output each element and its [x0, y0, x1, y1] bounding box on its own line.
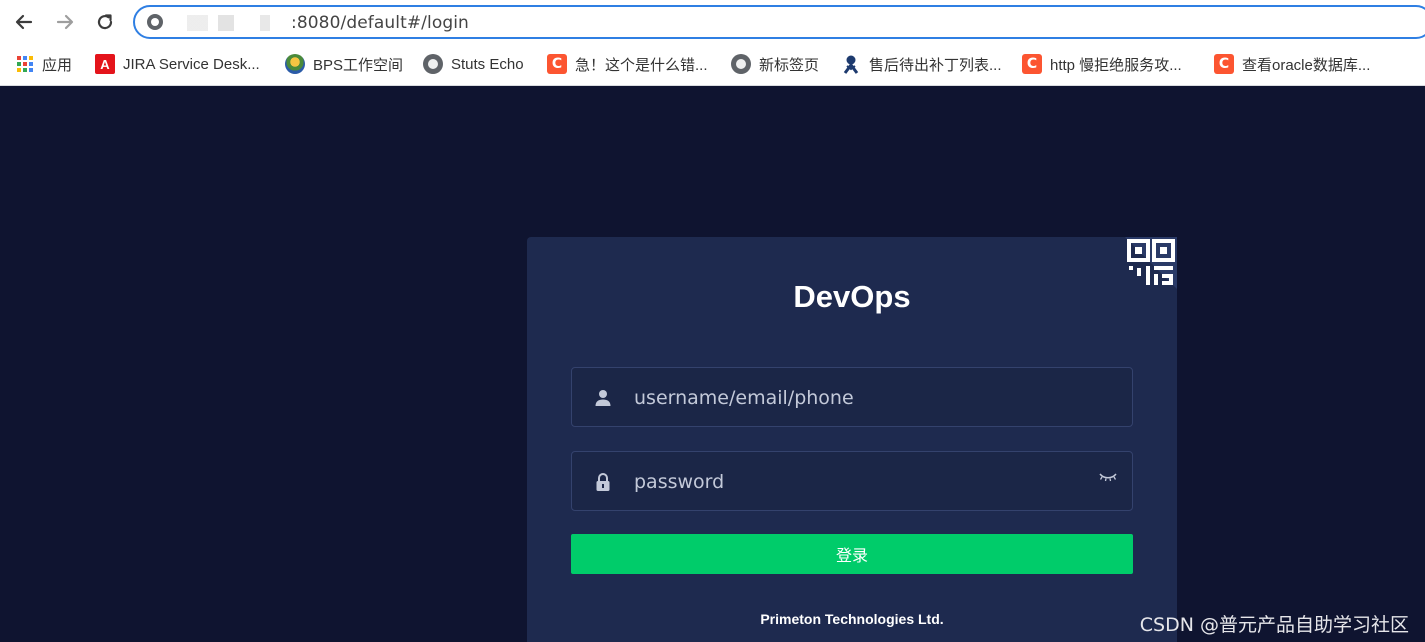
username-input[interactable]: username/email/phone	[634, 387, 854, 409]
bookmark-label: 查看oracle数据库...	[1242, 56, 1371, 74]
site-info-icon[interactable]	[147, 14, 163, 30]
login-button[interactable]: 登录	[571, 534, 1133, 574]
bookmark-bps[interactable]: BPS工作空间	[285, 52, 403, 76]
login-card: DevOps username/email/phone password 登录 …	[527, 237, 1177, 642]
arrow-left-icon	[15, 14, 33, 30]
page-title: DevOps	[793, 279, 911, 314]
globe-icon	[731, 54, 751, 74]
arrow-right-icon	[56, 14, 74, 30]
csdn-logo-icon: C	[1214, 54, 1234, 74]
bookmark-label: 新标签页	[759, 56, 820, 74]
bookmark-label: http 慢拒绝服务攻...	[1050, 56, 1182, 74]
bookmark-label: 急！这个是什么错...	[575, 56, 708, 74]
user-icon	[595, 390, 611, 406]
password-field[interactable]: password	[571, 451, 1133, 511]
bookmark-oracle[interactable]: C 查看oracle数据库...	[1214, 52, 1370, 76]
bookmark-jira[interactable]: A JIRA Service Desk...	[95, 52, 260, 76]
csdn-logo-icon: C	[547, 54, 567, 74]
lock-icon	[596, 473, 610, 491]
bps-logo-icon	[285, 54, 305, 74]
bookmark-http-dos[interactable]: C http 慢拒绝服务攻...	[1022, 52, 1182, 76]
jira-logo-icon: A	[95, 54, 115, 74]
bookmark-label: 应用	[42, 56, 73, 74]
password-input[interactable]: password	[634, 471, 724, 493]
address-url[interactable]: :8080/default#/login	[291, 13, 469, 33]
bookmark-new-tab[interactable]: 新标签页	[731, 52, 819, 76]
bookmark-label: BPS工作空间	[313, 56, 404, 74]
bookmarks-bar: 应用 A JIRA Service Desk... BPS工作空间 Stuts …	[0, 44, 1425, 86]
redacted-host	[187, 15, 291, 31]
bookmark-stuts-echo[interactable]: Stuts Echo	[423, 52, 524, 76]
forward-button[interactable]	[51, 8, 79, 36]
globe-icon	[423, 54, 443, 74]
csdn-logo-icon: C	[1022, 54, 1042, 74]
bookmark-patch-list[interactable]: 售后待出补丁列表...	[841, 52, 1002, 76]
bookmark-csdn-error[interactable]: C 急！这个是什么错...	[547, 52, 708, 76]
username-field[interactable]: username/email/phone	[571, 367, 1133, 427]
eye-closed-icon[interactable]	[1098, 471, 1118, 483]
bookmark-apps[interactable]: 应用	[16, 52, 72, 76]
bookmark-label: Stuts Echo	[451, 55, 524, 73]
apps-grid-icon	[16, 55, 34, 73]
company-footer: Primeton Technologies Ltd.	[760, 611, 944, 627]
reload-button[interactable]	[91, 8, 119, 36]
csdn-watermark: CSDN @普元产品自助学习社区	[1139, 614, 1409, 636]
browser-toolbar: :8080/default#/login	[0, 0, 1425, 44]
bookmark-label: JIRA Service Desk...	[123, 55, 260, 73]
reload-icon	[97, 14, 113, 30]
back-button[interactable]	[10, 8, 38, 36]
address-bar[interactable]: :8080/default#/login	[133, 5, 1425, 39]
bookmark-label: 售后待出补丁列表...	[869, 56, 1002, 74]
jenkins-logo-icon	[841, 54, 861, 74]
